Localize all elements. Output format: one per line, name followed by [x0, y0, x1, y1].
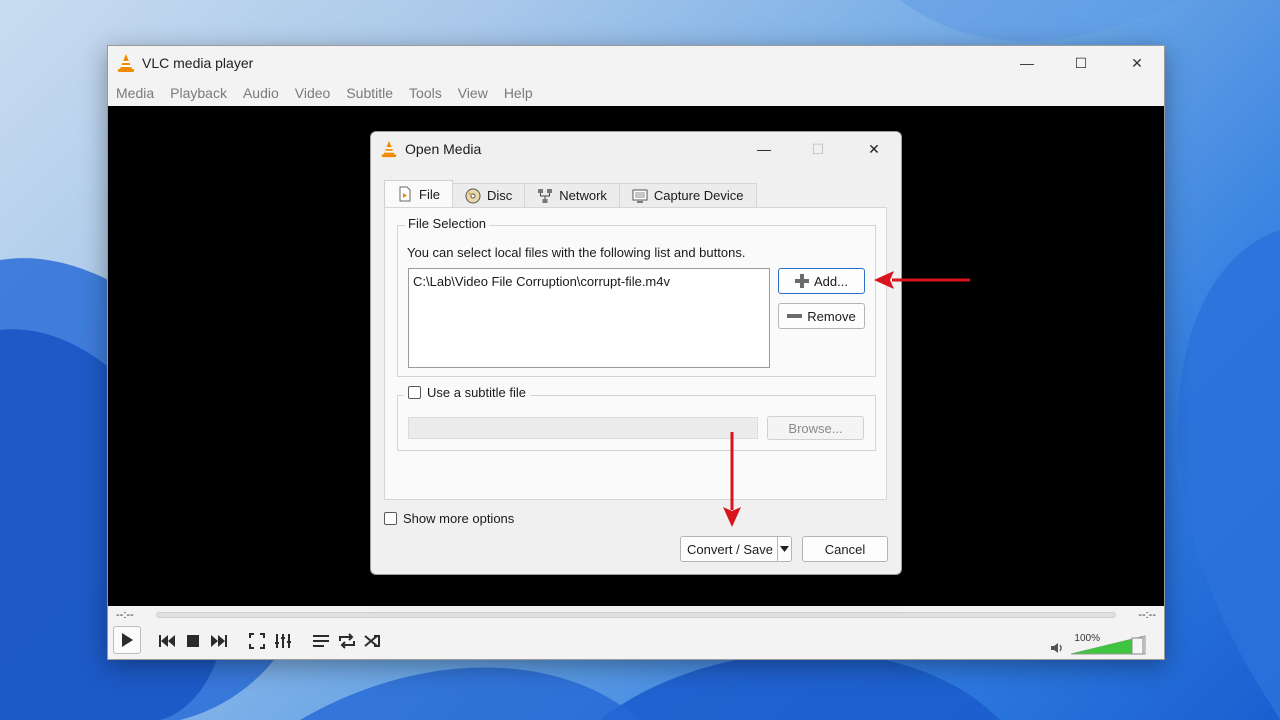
dialog-minimize-button[interactable]: — [737, 132, 791, 166]
add-button[interactable]: Add... [778, 268, 865, 294]
elapsed-time: --:-- [116, 609, 134, 621]
subtitle-checkbox-label: Use a subtitle file [427, 385, 526, 400]
capture-device-icon [632, 189, 648, 203]
vlc-window-title: VLC media player [142, 55, 254, 71]
subtitle-group: Use a subtitle file Browse... [397, 385, 876, 451]
menu-tools[interactable]: Tools [409, 85, 442, 101]
file-selection-legend: File Selection [405, 216, 490, 231]
minus-icon [787, 314, 803, 318]
previous-icon [159, 635, 175, 647]
convert-save-label: Convert / Save [687, 541, 773, 557]
disc-icon [465, 188, 481, 203]
playlist-icon [313, 635, 329, 647]
volume-slider[interactable] [1070, 635, 1146, 655]
cancel-button[interactable]: Cancel [802, 536, 888, 562]
file-icon [399, 186, 411, 202]
tab-disc-label: Disc [486, 188, 513, 203]
stop-button[interactable] [180, 629, 206, 653]
show-more-options-checkbox[interactable] [384, 512, 397, 525]
extended-settings-button[interactable] [270, 629, 296, 653]
open-media-dialog: Open Media — ☐ ✕ File Disc Network Captu… [370, 131, 902, 575]
convert-save-dropdown[interactable] [777, 537, 791, 561]
list-item[interactable]: C:\Lab\Video File Corruption\corrupt-fil… [413, 274, 670, 289]
speaker-icon[interactable] [1050, 642, 1064, 654]
tab-file-label: File [419, 186, 440, 202]
close-button[interactable]: ✕ [1110, 46, 1164, 80]
tab-network-label: Network [559, 188, 607, 203]
loop-icon [339, 633, 355, 649]
vlc-cone-icon [381, 140, 397, 158]
tab-capture-device[interactable]: Capture Device [618, 183, 757, 207]
loop-button[interactable] [334, 629, 360, 653]
menu-bar: Media Playback Audio Video Subtitle Tool… [108, 80, 1164, 106]
menu-view[interactable]: View [458, 85, 488, 101]
previous-button[interactable] [154, 629, 180, 653]
close-icon: ✕ [868, 140, 880, 157]
seek-slider[interactable] [156, 612, 1116, 618]
show-more-options-row[interactable]: Show more options [384, 511, 514, 526]
shuffle-icon [364, 635, 380, 647]
file-selection-description: You can select local files with the foll… [407, 245, 746, 260]
menu-subtitle[interactable]: Subtitle [346, 85, 393, 101]
maximize-icon: ☐ [811, 140, 825, 157]
file-tab-panel: File Selection You can select local file… [384, 207, 887, 500]
subtitle-path-input [408, 417, 758, 439]
next-icon [211, 635, 227, 647]
stop-icon [187, 635, 199, 647]
cancel-button-label: Cancel [824, 541, 866, 557]
fullscreen-icon [249, 633, 265, 649]
minimize-button[interactable]: — [1000, 46, 1054, 80]
maximize-icon: ☐ [1074, 54, 1088, 71]
play-button[interactable] [113, 626, 141, 654]
browse-button-label: Browse... [788, 420, 843, 436]
browse-button: Browse... [767, 416, 864, 440]
minimize-icon: — [1020, 55, 1034, 71]
fullscreen-button[interactable] [244, 629, 270, 653]
playlist-button[interactable] [308, 629, 334, 653]
vlc-titlebar[interactable]: VLC media player — ☐ ✕ [108, 46, 1164, 80]
subtitle-checkbox-row[interactable]: Use a subtitle file [404, 385, 530, 400]
plus-icon [795, 274, 810, 288]
close-icon: ✕ [1131, 54, 1143, 71]
menu-playback[interactable]: Playback [170, 85, 227, 101]
tab-bar: File Disc Network Capture Device [384, 180, 757, 207]
maximize-button[interactable]: ☐ [1054, 46, 1108, 80]
shuffle-button[interactable] [360, 629, 386, 653]
total-time: --:-- [1138, 609, 1156, 621]
tab-network[interactable]: Network [524, 183, 620, 207]
tab-file[interactable]: File [384, 180, 453, 207]
network-icon [538, 188, 553, 203]
file-selection-group: File Selection You can select local file… [397, 216, 876, 377]
menu-audio[interactable]: Audio [243, 85, 279, 101]
remove-button[interactable]: Remove [778, 303, 865, 329]
convert-save-button[interactable]: Convert / Save [680, 536, 792, 562]
show-more-options-label: Show more options [403, 511, 515, 526]
next-button[interactable] [206, 629, 232, 653]
caret-down-icon [780, 546, 789, 552]
dialog-maximize-button: ☐ [791, 132, 845, 166]
play-icon [122, 633, 133, 647]
playback-controls: --:-- --:-- 100% [108, 606, 1164, 659]
tab-capture-device-label: Capture Device [653, 188, 744, 203]
dialog-close-button[interactable]: ✕ [847, 132, 901, 166]
subtitle-checkbox[interactable] [408, 386, 421, 399]
remove-button-label: Remove [807, 308, 856, 324]
menu-help[interactable]: Help [504, 85, 533, 101]
dialog-title: Open Media [405, 141, 482, 157]
file-list[interactable]: C:\Lab\Video File Corruption\corrupt-fil… [408, 268, 770, 368]
minimize-icon: — [757, 141, 771, 157]
dialog-titlebar[interactable]: Open Media — ☐ ✕ [371, 132, 901, 166]
tab-disc[interactable]: Disc [451, 183, 526, 207]
menu-media[interactable]: Media [116, 85, 154, 101]
extended-settings-icon [275, 634, 291, 648]
vlc-cone-icon [118, 54, 134, 72]
menu-video[interactable]: Video [295, 85, 331, 101]
add-button-label: Add... [814, 273, 848, 289]
